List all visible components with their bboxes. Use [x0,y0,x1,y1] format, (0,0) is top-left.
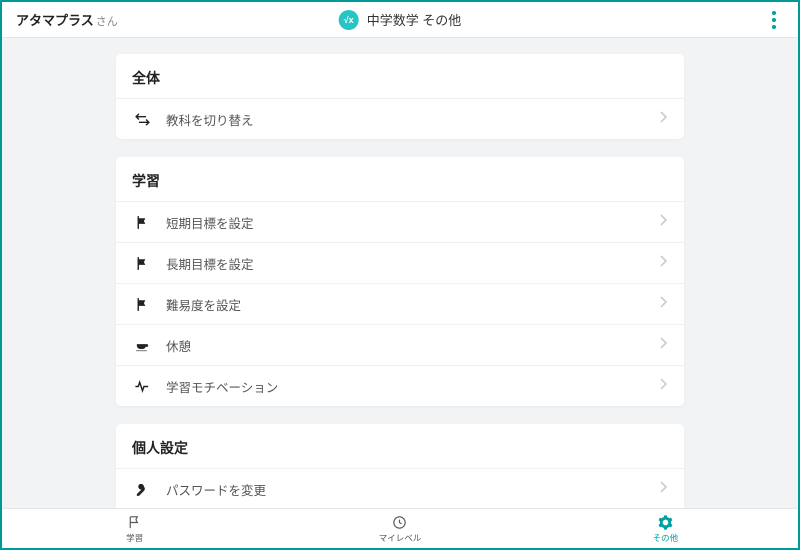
header: アタマプラス さん √x 中学数学 その他 [2,2,798,38]
nav-item-study[interactable]: 学習 [2,509,267,548]
row-label: 短期目標を設定 [166,213,660,232]
bottom-nav: 学習 マイレベル その他 [2,508,798,548]
flag-outline-icon [126,514,143,531]
chevron-right-icon [660,295,668,313]
row-long-term-goal[interactable]: 長期目標を設定 [116,242,684,283]
subject-icon: √x [339,10,359,30]
flag-icon [132,253,152,273]
gear-icon [657,514,674,531]
section-title: 全体 [116,54,684,98]
section-study: 学習 短期目標を設定 長期目標を設定 [116,157,684,406]
chevron-right-icon [660,336,668,354]
row-label: 学習モチベーション [166,377,660,396]
nav-label: 学習 [126,532,143,544]
row-label: 教科を切り替え [166,110,660,129]
row-label: 難易度を設定 [166,295,660,314]
username-suffix: さん [96,13,118,29]
chevron-right-icon [660,480,668,498]
row-label: 長期目標を設定 [166,254,660,273]
row-change-password[interactable]: パスワードを変更 [116,468,684,508]
swap-icon [132,109,152,129]
section-title: 学習 [116,157,684,201]
header-title-group: √x 中学数学 その他 [339,10,462,30]
pulse-icon [132,376,152,396]
header-user: アタマプラス さん [16,10,118,29]
row-label: パスワードを変更 [166,480,660,499]
section-personal: 個人設定 パスワードを変更 学年を変更 [116,424,684,508]
row-break[interactable]: 休憩 [116,324,684,365]
nav-label: マイレベル [379,532,422,544]
nav-item-mylevel[interactable]: マイレベル [267,509,532,548]
settings-scroll-area[interactable]: 全体 教科を切り替え 学習 短期目標を設定 [2,38,798,508]
row-switch-subject[interactable]: 教科を切り替え [116,98,684,139]
row-difficulty[interactable]: 難易度を設定 [116,283,684,324]
flag-icon [132,212,152,232]
kebab-menu-icon[interactable] [764,10,784,30]
flag-icon [132,294,152,314]
coffee-icon [132,335,152,355]
chevron-right-icon [660,377,668,395]
row-motivation[interactable]: 学習モチベーション [116,365,684,406]
chevron-right-icon [660,213,668,231]
row-short-term-goal[interactable]: 短期目標を設定 [116,201,684,242]
clock-icon [391,514,408,531]
username: アタマプラス [16,10,94,29]
section-title: 個人設定 [116,424,684,468]
chevron-right-icon [660,254,668,272]
nav-item-other[interactable]: その他 [533,509,798,548]
subject-title: 中学数学 その他 [367,10,462,29]
nav-label: その他 [653,532,679,544]
key-icon [132,479,152,499]
section-overall: 全体 教科を切り替え [116,54,684,139]
chevron-right-icon [660,110,668,128]
row-label: 休憩 [166,336,660,355]
